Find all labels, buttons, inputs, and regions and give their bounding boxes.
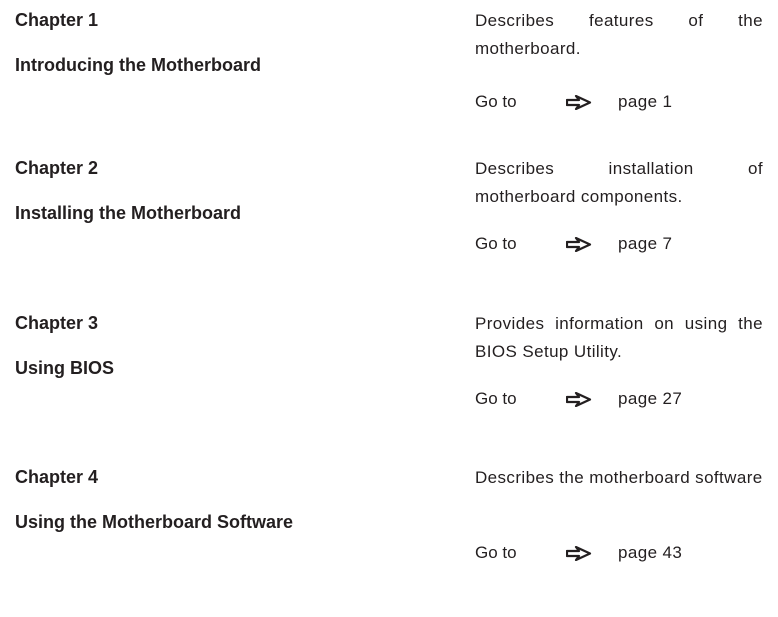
goto-link[interactable]: Go to page 27: [475, 386, 775, 412]
chapter-entry-1: Chapter 1 Introducing the Motherboard De…: [0, 9, 778, 139]
page-reference[interactable]: page 1: [618, 89, 672, 115]
chapter-number: Chapter 4: [15, 467, 99, 487]
goto-link[interactable]: Go to page 43: [475, 540, 775, 566]
page-reference[interactable]: page 7: [618, 231, 672, 257]
chapter-title: Using BIOS: [15, 358, 115, 378]
goto-label: Go to: [475, 389, 517, 408]
right-arrow-icon: [566, 237, 592, 252]
chapter-number: Chapter 1: [15, 10, 99, 30]
chapter-entry-2: Chapter 2 Installing the Motherboard Des…: [0, 157, 778, 287]
chapter-description: Describes the motherboard software: [475, 468, 763, 487]
right-arrow-icon: [566, 546, 592, 561]
page-reference[interactable]: page 43: [618, 540, 682, 566]
chapter-number: Chapter 2: [15, 158, 99, 178]
chapter-title: Introducing the Motherboard: [15, 55, 261, 75]
goto-label: Go to: [475, 92, 517, 111]
chapter-number: Chapter 3: [15, 313, 99, 333]
chapter-title: Installing the Motherboard: [15, 203, 242, 223]
chapter-description: Describes features of the motherboard.: [475, 11, 763, 58]
chapter-entry-3: Chapter 3 Using BIOS Provides informatio…: [0, 312, 778, 442]
chapter-entry-4: Chapter 4 Using the Motherboard Software…: [0, 466, 778, 596]
right-arrow-icon: [566, 95, 592, 110]
right-arrow-icon: [566, 392, 592, 407]
chapter-description: Describes installation of motherboard co…: [475, 159, 763, 206]
goto-link[interactable]: Go to page 1: [475, 89, 775, 115]
chapter-title: Using the Motherboard Software: [15, 512, 294, 532]
goto-link[interactable]: Go to page 7: [475, 231, 775, 257]
goto-label: Go to: [475, 543, 517, 562]
page-reference[interactable]: page 27: [618, 386, 682, 412]
chapter-description: Provides information on using the BIOS S…: [475, 314, 763, 361]
goto-label: Go to: [475, 234, 517, 253]
